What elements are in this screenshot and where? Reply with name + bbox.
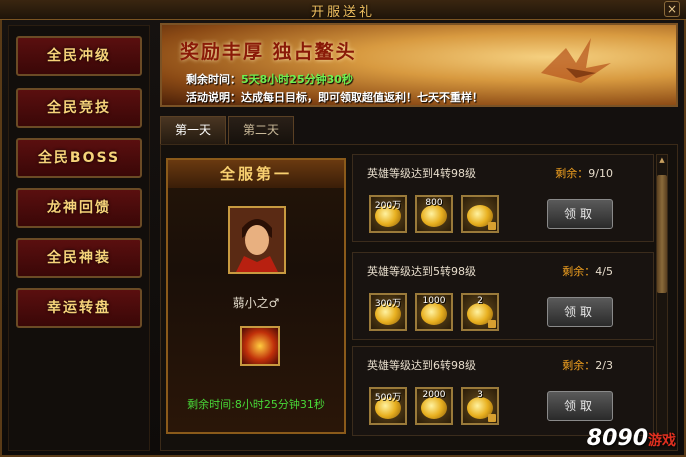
gold-coin-icon[interactable]: 200万: [369, 195, 407, 233]
gold-coin-icon[interactable]: 3: [461, 387, 499, 425]
task-remaining: 剩余：2/3: [562, 357, 613, 373]
sidebar-item-leveling[interactable]: 全民冲级: [16, 36, 142, 76]
gold-ingot-icon[interactable]: 800: [415, 195, 453, 233]
scroll-thumb[interactable]: [657, 175, 667, 293]
rank-remaining-time: 剩余时间:8小时25分钟31秒: [187, 398, 325, 411]
lock-icon: [488, 320, 496, 328]
tab-day-one[interactable]: 第一天: [160, 116, 226, 144]
gold-coin-icon[interactable]: 500万: [369, 387, 407, 425]
scrollbar[interactable]: ▲: [656, 154, 668, 436]
gold-coin-icon[interactable]: 300万: [369, 293, 407, 331]
remain-label: 剩余：: [562, 359, 596, 372]
event-banner: 奖励丰厚 独占鳌头 剩余时间：5天8小时25分钟30秒 活动说明：达成每日目标，…: [160, 23, 678, 107]
dragon-icon: [541, 38, 611, 83]
sidebar-item-boss[interactable]: 全民BOSS: [16, 138, 142, 178]
remain-value: 2/3: [595, 359, 613, 372]
remain-value: 4/5: [595, 265, 613, 278]
hero-portrait-icon[interactable]: [228, 206, 286, 274]
reward-qty: 1000: [422, 296, 446, 306]
reward-qty: 200万: [374, 201, 402, 211]
gold-ingot-icon[interactable]: 2000: [415, 387, 453, 425]
desc-label: 活动说明：: [186, 91, 241, 104]
banner-desc: 活动说明：达成每日目标，即可领取超值返利！七天不重样！: [186, 89, 483, 105]
top-rank-panel: 全服第一 蒻小之♂ 剩余时间:8小时25分钟31秒: [166, 158, 346, 434]
sidebar: 全民冲级 全民竞技 全民BOSS 龙神回馈 全民神装 幸运转盘: [8, 25, 150, 451]
task-row: 英雄等级达到4转98级 剩余：9/10 200万 800 领取: [352, 154, 654, 242]
reward-qty: 3: [477, 390, 483, 400]
site-watermark: 8090游戏: [587, 426, 676, 451]
sidebar-item-equipment[interactable]: 全民神装: [16, 238, 142, 278]
reward-qty: 800: [425, 198, 443, 208]
task-row: 英雄等级达到6转98级 剩余：2/3 500万 2000 3 领取: [352, 346, 654, 436]
reward-qty: 2: [477, 296, 483, 306]
close-icon[interactable]: ×: [664, 1, 680, 17]
gold-ingot-icon[interactable]: 1000: [415, 293, 453, 331]
banner-time: 剩余时间：5天8小时25分钟30秒: [186, 71, 353, 87]
scroll-up-icon[interactable]: ▲: [657, 155, 667, 165]
hero-face-icon: [230, 208, 284, 272]
sidebar-item-lucky-wheel[interactable]: 幸运转盘: [16, 288, 142, 328]
window-title: 开服送礼: [310, 5, 375, 20]
task-title: 英雄等级达到6转98级: [367, 359, 476, 372]
claim-button[interactable]: 领取: [547, 391, 613, 421]
remain-value: 9/10: [588, 167, 613, 180]
reward-qty: 300万: [374, 299, 402, 309]
watermark-logo: 8090: [586, 426, 648, 451]
sidebar-item-arena[interactable]: 全民竞技: [16, 88, 142, 128]
lock-icon: [488, 414, 496, 422]
rank-heading: 全服第一: [168, 160, 344, 188]
watermark-text: 游戏: [648, 433, 676, 449]
title-bar: 开服送礼 ×: [0, 0, 686, 20]
task-title: 英雄等级达到4转98级: [367, 167, 476, 180]
time-label: 剩余时间：: [186, 73, 241, 86]
reward-qty: 500万: [374, 393, 402, 403]
gold-coin-icon[interactable]: [461, 195, 499, 233]
banner-title: 奖励丰厚 独占鳌头: [180, 41, 357, 63]
task-remaining: 剩余：4/5: [562, 263, 613, 279]
task-title: 英雄等级达到5转98级: [367, 265, 476, 278]
ingot-icon: [421, 303, 447, 325]
tab-day-two[interactable]: 第二天: [228, 116, 294, 144]
lock-icon: [488, 222, 496, 230]
claim-button[interactable]: 领取: [547, 199, 613, 229]
sidebar-item-dragon-reward[interactable]: 龙神回馈: [16, 188, 142, 228]
remain-label: 剩余：: [555, 167, 589, 180]
reward-qty: 2000: [422, 390, 446, 400]
desc-value: 达成每日目标，即可领取超值返利！七天不重样！: [241, 91, 483, 104]
gold-coin-icon[interactable]: 2: [461, 293, 499, 331]
ingot-icon: [421, 397, 447, 419]
remain-label: 剩余：: [562, 265, 596, 278]
ingot-icon: [421, 205, 447, 227]
task-remaining: 剩余：9/10: [555, 165, 613, 181]
time-value: 5天8小时25分钟30秒: [241, 73, 353, 86]
task-row: 英雄等级达到5转98级 剩余：4/5 300万 1000 2 领取: [352, 252, 654, 340]
player-name: 蒻小之♂: [232, 296, 280, 310]
fire-wings-icon[interactable]: [240, 326, 280, 366]
claim-button[interactable]: 领取: [547, 297, 613, 327]
